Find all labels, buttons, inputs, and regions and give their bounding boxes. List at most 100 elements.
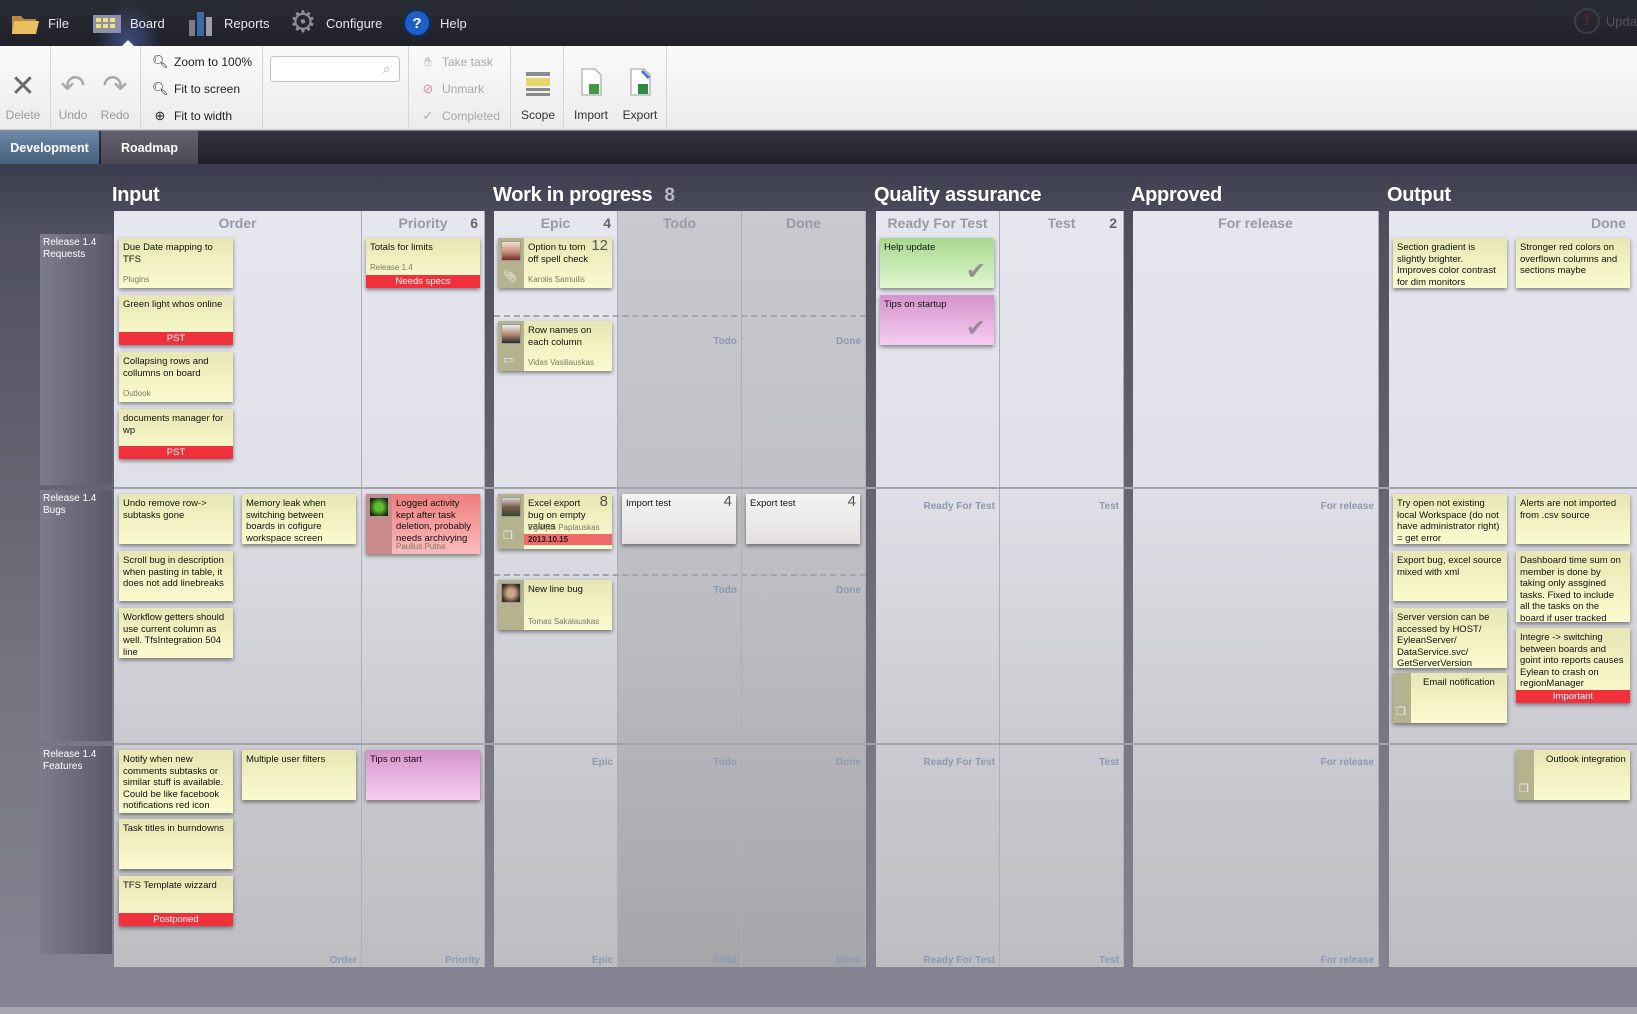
task-card[interactable]: documents manager for wp PST — [119, 409, 233, 459]
card-tag: Outlook — [123, 388, 151, 398]
update-button[interactable]: ! Upda — [1573, 8, 1637, 34]
unmark-icon: ⊘ — [422, 81, 434, 96]
scope-button[interactable]: Scope — [518, 46, 558, 130]
task-card[interactable]: Task titles in burndowns — [119, 819, 233, 869]
task-card[interactable]: Undo remove row-> subtasks gone — [119, 494, 233, 544]
update-label: Upda — [1605, 13, 1637, 29]
card-assignee: Karolis Samuilis — [528, 274, 585, 284]
card-title: Stronger red colors on overflown columns… — [1520, 242, 1618, 276]
column-for-release: For release For release For release For … — [1133, 211, 1379, 967]
checkmark-icon: ✔ — [965, 315, 986, 342]
task-card[interactable]: Workflow getters should use current colu… — [119, 608, 233, 658]
task-card[interactable]: Integre -> switching between boards and … — [1516, 628, 1630, 703]
subtasks-icon: ❐ — [503, 529, 513, 542]
task-card[interactable]: Collapsing rows and collumns on board Out… — [119, 352, 233, 402]
task-card[interactable]: ❐ Outlook integration — [1516, 750, 1630, 800]
search-input[interactable] — [270, 56, 400, 82]
unmark-button[interactable]: ⊘ Unmark — [420, 78, 484, 100]
scope-label: Scope — [520, 108, 556, 122]
task-card[interactable]: Dashboard time sum on member is done by … — [1516, 551, 1630, 622]
group-title: Output — [1387, 184, 1451, 206]
card-status-band: Postponed — [119, 913, 233, 926]
task-card[interactable]: Totals for limits Release 1.4 Needs specs — [366, 238, 480, 288]
completed-button[interactable]: ✓ Completed — [420, 105, 500, 127]
card-status-band: Needs specs — [366, 275, 480, 288]
task-card[interactable]: TFS Template wizzard Postponed — [119, 876, 233, 926]
tab-roadmap[interactable]: Roadmap — [101, 131, 198, 164]
menu-reports[interactable]: Reports — [186, 0, 270, 46]
column-footer-label: Epic — [591, 955, 613, 966]
task-card[interactable]: Import test 4 — [622, 494, 736, 544]
task-card[interactable]: Server version can be accessed by HOST/ … — [1393, 608, 1507, 668]
task-card[interactable]: 📎︎ Option tu torn off spell check 12 Kar… — [498, 238, 612, 288]
avatar — [369, 497, 389, 517]
column-header: Epic — [540, 215, 571, 231]
card-title: Task titles in burndowns — [123, 823, 224, 834]
task-card[interactable]: Memory leak when switching between board… — [242, 494, 356, 544]
task-card[interactable]: Export test 4 — [746, 494, 860, 544]
task-card[interactable]: Export bug, excel source mixed with xml — [1393, 551, 1507, 601]
zoom-100-button[interactable]: 🔍︎ Zoom to 100% — [152, 51, 252, 73]
task-card[interactable]: Green light whos online PST — [119, 295, 233, 345]
card-title: Integre -> switching between boards and … — [1520, 632, 1624, 689]
column-footer-label: Ready For Test — [923, 501, 996, 512]
lane-header[interactable]: Release 1.4 Features — [40, 746, 112, 954]
menu-file[interactable]: File — [10, 0, 69, 46]
task-card[interactable]: Try open not existing local Workspace (d… — [1393, 494, 1507, 544]
menu-help[interactable]: ? Help — [402, 0, 467, 46]
redo-label: Redo — [100, 108, 130, 122]
undo-button[interactable]: ↶ Undo — [56, 46, 90, 130]
card-assignee: Paulius Putna — [396, 541, 446, 551]
card-status-band: PST — [119, 332, 233, 345]
task-card[interactable]: ▭ Row names on each column Vidas Vasilia… — [498, 321, 612, 371]
checkmark-icon: ✓ — [422, 108, 434, 123]
column-header: Order — [218, 215, 257, 231]
task-card[interactable]: ❐ Excel export bug on empty values 8 Egi… — [498, 494, 612, 549]
task-card[interactable]: Alerts are not imported from .csv source — [1516, 494, 1630, 544]
lane-header[interactable]: Release 1.4 Bugs — [40, 490, 112, 741]
unmark-label: Unmark — [442, 82, 485, 96]
card-title: Notify when new comments subtasks or sim… — [123, 754, 224, 811]
card-title: Tips on start — [370, 754, 422, 765]
delete-icon: ✕ — [10, 70, 36, 103]
column-header: Done — [1591, 215, 1626, 231]
fit-to-screen-button[interactable]: 🔍︎ Fit to screen — [152, 78, 240, 100]
card-title: Option tu torn off spell check — [528, 242, 589, 265]
task-card[interactable]: Notify when new comments subtasks or sim… — [119, 750, 233, 813]
menu-configure[interactable]: ⚙ Configure — [288, 0, 383, 46]
redo-button[interactable]: ↷ Redo — [98, 46, 132, 130]
export-button[interactable]: Export — [618, 46, 662, 130]
task-card[interactable]: New line bug Tomas Sakalauskas — [498, 580, 612, 630]
task-card[interactable]: Stronger red colors on overflown columns… — [1516, 238, 1630, 288]
column-header: Priority — [398, 215, 448, 231]
lane-header[interactable]: Release 1.4 Requests — [40, 234, 112, 485]
delete-button[interactable]: ✕ Delete — [4, 46, 42, 130]
task-card[interactable]: Scroll bug in description when pasting i… — [119, 551, 233, 601]
take-task-button[interactable]: ✋︎ Take task — [420, 51, 492, 73]
fit-to-width-button[interactable]: ⊕ Fit to width — [152, 105, 232, 127]
task-card[interactable]: Due Date mapping to TFS Plugins — [119, 238, 233, 288]
task-card[interactable]: Logged activity kept after task deletion… — [366, 494, 480, 554]
menu-bar: File Board Reports ⚙ Configure ? Help ! … — [0, 0, 1637, 47]
menu-file-label: File — [48, 15, 69, 31]
import-button[interactable]: Import — [570, 46, 612, 130]
task-card[interactable]: Help update ✔ — [880, 238, 994, 288]
avatar — [501, 241, 521, 261]
alert-icon: ! — [1573, 8, 1600, 34]
task-card[interactable]: Tips on startup ✔ — [880, 295, 994, 345]
import-icon — [579, 68, 603, 102]
task-card[interactable]: Multiple user filters — [242, 750, 356, 800]
zoom-100-label: Zoom to 100% — [174, 55, 253, 69]
tab-development[interactable]: Development — [0, 131, 99, 164]
menu-board[interactable]: Board — [92, 0, 165, 47]
task-card[interactable]: Tips on start — [366, 750, 480, 800]
card-title: Totals for limits — [370, 242, 433, 253]
task-card[interactable]: Section gradient is slightly brighter. I… — [1393, 238, 1507, 288]
column-footer-label: Epic — [591, 757, 613, 768]
card-title: Dashboard time sum on member is done by … — [1520, 555, 1621, 622]
column-header: Test — [1047, 215, 1076, 231]
fit-width-icon: ⊕ — [154, 108, 166, 123]
task-card[interactable]: ❐ Email notification — [1393, 673, 1507, 723]
card-status-band: PST — [119, 446, 233, 459]
card-title: Workflow getters should use current colu… — [123, 612, 225, 658]
